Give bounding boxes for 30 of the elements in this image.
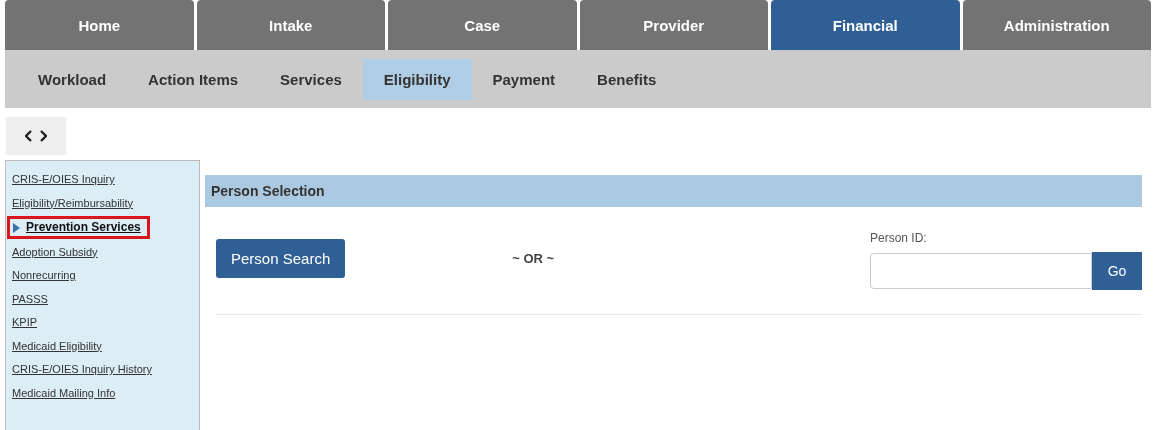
sidebar-toggle-button[interactable] xyxy=(6,117,66,155)
subnav-tab[interactable]: Action Items xyxy=(127,58,260,100)
field-label: Person ID: xyxy=(870,231,928,245)
sidebar-link[interactable]: Adoption Subsidy xyxy=(12,244,98,260)
sidebar-link[interactable]: CRIS-E/OIES Inquiry History xyxy=(12,362,152,377)
subnav-tab[interactable]: Benefits xyxy=(576,58,678,100)
person-search-button[interactable]: Person Search xyxy=(216,239,346,278)
nav-tab[interactable]: Intake xyxy=(196,0,385,50)
sidebar-link[interactable]: Medicaid Eligibility xyxy=(12,338,102,354)
section-header: Person Selection xyxy=(205,175,1142,207)
sidebar-link[interactable]: CRIS-E/OIES Inquiry xyxy=(12,172,115,187)
sidebar-link[interactable]: PASSS xyxy=(12,291,48,307)
or-separator: ~ OR ~ xyxy=(512,251,555,266)
sidebar-link[interactable]: Medicaid Mailing Info xyxy=(12,385,116,401)
subnav-tab[interactable]: Eligibility xyxy=(362,58,472,100)
subnav-tab[interactable]: Workload xyxy=(17,58,128,100)
chevrons-icon xyxy=(25,130,47,142)
subnav-tab[interactable]: Services xyxy=(259,58,363,100)
person-id-field[interactable] xyxy=(870,253,1092,289)
nav-tab[interactable]: Case xyxy=(388,0,577,50)
sidebar-link[interactable]: Eligibility/Reimbursability xyxy=(12,195,134,211)
nav-tab[interactable]: Provider xyxy=(579,0,768,50)
nav-tab[interactable]: Administration xyxy=(962,0,1151,50)
sidebar-link[interactable]: Nonrecurring xyxy=(12,268,76,283)
triangle-icon xyxy=(13,222,20,233)
sidebar-link[interactable]: KPIP xyxy=(12,315,38,330)
subnav-tab[interactable]: Payment xyxy=(471,58,577,100)
go-button[interactable]: Go xyxy=(1092,252,1142,290)
nav-tab[interactable]: Financial xyxy=(771,0,960,50)
nav-tab[interactable]: Home xyxy=(5,0,194,50)
